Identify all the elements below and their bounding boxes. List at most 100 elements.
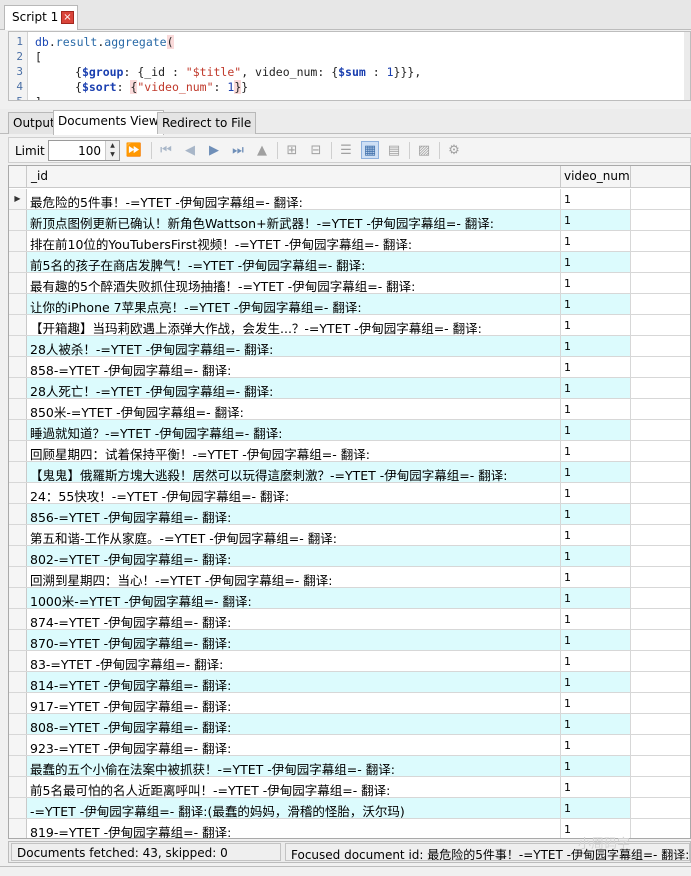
cell-video-num[interactable]: 1: [561, 735, 631, 755]
table-row[interactable]: 923-=YTET -伊甸园字幕组=- 翻译: 1: [9, 735, 690, 756]
cell-id[interactable]: 858-=YTET -伊甸园字幕组=- 翻译:: [27, 357, 561, 377]
cell-video-num[interactable]: 1: [561, 777, 631, 797]
grid-view-icon[interactable]: ▦: [361, 141, 379, 159]
table-row[interactable]: 858-=YTET -伊甸园字幕组=- 翻译: 1: [9, 357, 690, 378]
row-indicator[interactable]: [9, 630, 27, 650]
cell-video-num[interactable]: 1: [561, 294, 631, 314]
cell-video-num[interactable]: 1: [561, 588, 631, 608]
row-indicator[interactable]: [9, 294, 27, 314]
table-row[interactable]: 第五和谐-工作从家庭。-=YTET -伊甸园字幕组=- 翻译: 1: [9, 525, 690, 546]
cell-id[interactable]: 最蠢的五个小偷在法案中被抓获！-=YTET -伊甸园字幕组=- 翻译:: [27, 756, 561, 776]
table-row[interactable]: 874-=YTET -伊甸园字幕组=- 翻译: 1: [9, 609, 690, 630]
export-icon[interactable]: ▨: [415, 141, 433, 159]
row-indicator[interactable]: ▶: [9, 189, 27, 209]
limit-stepper[interactable]: ▲ ▼: [105, 141, 119, 160]
tab-documents-view[interactable]: Documents View: [53, 110, 164, 135]
cell-id[interactable]: 睡過就知道？-=YTET -伊甸园字幕组=- 翻译:: [27, 420, 561, 440]
cell-id[interactable]: 最危险的5件事！-=YTET -伊甸园字幕组=- 翻译:: [27, 189, 561, 209]
cell-id[interactable]: 814-=YTET -伊甸园字幕组=- 翻译:: [27, 672, 561, 692]
table-row[interactable]: 28人被杀！-=YTET -伊甸园字幕组=- 翻译: 1: [9, 336, 690, 357]
row-indicator[interactable]: [9, 441, 27, 461]
cell-video-num[interactable]: 1: [561, 504, 631, 524]
row-indicator[interactable]: [9, 672, 27, 692]
tab-output[interactable]: Output: [8, 112, 60, 134]
cell-id[interactable]: 28人被杀！-=YTET -伊甸园字幕组=- 翻译:: [27, 336, 561, 356]
cell-video-num[interactable]: 1: [561, 441, 631, 461]
row-indicator[interactable]: [9, 798, 27, 818]
tab-redirect-to-file[interactable]: Redirect to File: [157, 112, 257, 134]
table-row[interactable]: 【鬼鬼】俄羅斯方塊大逃殺！居然可以玩得這麼刺激？-=YTET -伊甸园字幕组=-…: [9, 462, 690, 483]
cell-video-num[interactable]: 1: [561, 357, 631, 377]
cell-video-num[interactable]: 1: [561, 315, 631, 335]
cell-video-num[interactable]: 1: [561, 693, 631, 713]
cell-id[interactable]: 874-=YTET -伊甸园字幕组=- 翻译:: [27, 609, 561, 629]
table-row[interactable]: 【开箱趣】当玛莉欧遇上添弹大作战，会发生...？-=YTET -伊甸园字幕组=-…: [9, 315, 690, 336]
cell-video-num[interactable]: 1: [561, 483, 631, 503]
cell-video-num[interactable]: 1: [561, 609, 631, 629]
cell-video-num[interactable]: 1: [561, 273, 631, 293]
table-row[interactable]: ▶ 最危险的5件事！-=YTET -伊甸园字幕组=- 翻译: 1: [9, 189, 690, 210]
cell-video-num[interactable]: 1: [561, 462, 631, 482]
table-row[interactable]: 24：55快攻！-=YTET -伊甸园字幕组=- 翻译: 1: [9, 483, 690, 504]
cell-id[interactable]: 870-=YTET -伊甸园字幕组=- 翻译:: [27, 630, 561, 650]
cell-video-num[interactable]: 1: [561, 798, 631, 818]
cell-id[interactable]: 83-=YTET -伊甸园字幕组=- 翻译:: [27, 651, 561, 671]
tree-view-icon[interactable]: ☰: [337, 141, 355, 159]
row-indicator[interactable]: [9, 378, 27, 398]
row-indicator[interactable]: [9, 462, 27, 482]
cell-video-num[interactable]: 1: [561, 210, 631, 230]
table-row[interactable]: 回顾星期四：试着保持平衡！-=YTET -伊甸园字幕组=- 翻译: 1: [9, 441, 690, 462]
fetch-all-icon[interactable]: ⏩: [125, 141, 143, 159]
row-indicator[interactable]: [9, 777, 27, 797]
row-indicator[interactable]: [9, 399, 27, 419]
table-row[interactable]: 856-=YTET -伊甸园字幕组=- 翻译: 1: [9, 504, 690, 525]
cell-id[interactable]: 第五和谐-工作从家庭。-=YTET -伊甸园字幕组=- 翻译:: [27, 525, 561, 545]
cell-video-num[interactable]: 1: [561, 546, 631, 566]
table-row[interactable]: 回溯到星期四：当心！-=YTET -伊甸园字幕组=- 翻译: 1: [9, 567, 690, 588]
cell-id[interactable]: 回溯到星期四：当心！-=YTET -伊甸园字幕组=- 翻译:: [27, 567, 561, 587]
column-header-video-num[interactable]: video_num: [561, 166, 631, 188]
settings-icon[interactable]: ⚙: [445, 141, 463, 159]
previous-page-icon[interactable]: ◀: [181, 141, 199, 159]
next-page-icon[interactable]: ▶: [205, 141, 223, 159]
cell-video-num[interactable]: 1: [561, 630, 631, 650]
row-indicator[interactable]: [9, 273, 27, 293]
cell-id[interactable]: 819-=YTET -伊甸园字幕组=- 翻译:: [27, 819, 561, 838]
cell-id[interactable]: 24：55快攻！-=YTET -伊甸园字幕组=- 翻译:: [27, 483, 561, 503]
table-row[interactable]: 前5名的孩子在商店发脾气！-=YTET -伊甸园字幕组=- 翻译: 1: [9, 252, 690, 273]
first-page-icon[interactable]: ⏮: [157, 141, 175, 159]
row-indicator[interactable]: [9, 651, 27, 671]
up-level-icon[interactable]: ▲: [253, 141, 271, 159]
table-row[interactable]: 前5名最可怕的名人近距离呼叫！-=YTET -伊甸园字幕组=- 翻译: 1: [9, 777, 690, 798]
add-document-icon[interactable]: ⊞: [283, 141, 301, 159]
text-view-icon[interactable]: ▤: [385, 141, 403, 159]
query-editor[interactable]: 1 2 3 4 5 db.result.aggregate( [ {$group…: [8, 31, 691, 101]
spin-down-icon[interactable]: ▼: [106, 150, 119, 159]
cell-video-num[interactable]: 1: [561, 399, 631, 419]
row-indicator[interactable]: [9, 252, 27, 272]
table-row[interactable]: -=YTET -伊甸园字幕组=- 翻译:(最蠢的妈妈，滑稽的怪胎，沃尔玛) 1: [9, 798, 690, 819]
cell-id[interactable]: -=YTET -伊甸园字幕组=- 翻译:(最蠢的妈妈，滑稽的怪胎，沃尔玛): [27, 798, 561, 818]
cell-id[interactable]: 1000米-=YTET -伊甸园字幕组=- 翻译:: [27, 588, 561, 608]
editor-scrollbar[interactable]: [684, 32, 690, 100]
cell-id[interactable]: 最有趣的5个醉酒失败抓住现场抽搐！-=YTET -伊甸园字幕组=- 翻译:: [27, 273, 561, 293]
table-row[interactable]: 睡過就知道？-=YTET -伊甸园字幕组=- 翻译: 1: [9, 420, 690, 441]
last-page-icon[interactable]: ⏭: [229, 141, 247, 159]
row-indicator[interactable]: [9, 588, 27, 608]
table-row[interactable]: 1000米-=YTET -伊甸园字幕组=- 翻译: 1: [9, 588, 690, 609]
cell-id[interactable]: 【开箱趣】当玛莉欧遇上添弹大作战，会发生...？-=YTET -伊甸园字幕组=-…: [27, 315, 561, 335]
row-indicator[interactable]: [9, 714, 27, 734]
limit-input[interactable]: 100 ▲ ▼: [48, 140, 120, 161]
row-indicator[interactable]: [9, 567, 27, 587]
cell-id[interactable]: 808-=YTET -伊甸园字幕组=- 翻译:: [27, 714, 561, 734]
cell-video-num[interactable]: 1: [561, 189, 631, 209]
cell-id[interactable]: 回顾星期四：试着保持平衡！-=YTET -伊甸园字幕组=- 翻译:: [27, 441, 561, 461]
cell-id[interactable]: 923-=YTET -伊甸园字幕组=- 翻译:: [27, 735, 561, 755]
row-indicator[interactable]: [9, 315, 27, 335]
cell-id[interactable]: 850米-=YTET -伊甸园字幕组=- 翻译:: [27, 399, 561, 419]
row-indicator[interactable]: [9, 819, 27, 838]
cell-video-num[interactable]: 1: [561, 714, 631, 734]
table-row[interactable]: 排在前10位的YouTubersFirst视频！-=YTET -伊甸园字幕组=-…: [9, 231, 690, 252]
row-indicator[interactable]: [9, 504, 27, 524]
cell-video-num[interactable]: 1: [561, 420, 631, 440]
